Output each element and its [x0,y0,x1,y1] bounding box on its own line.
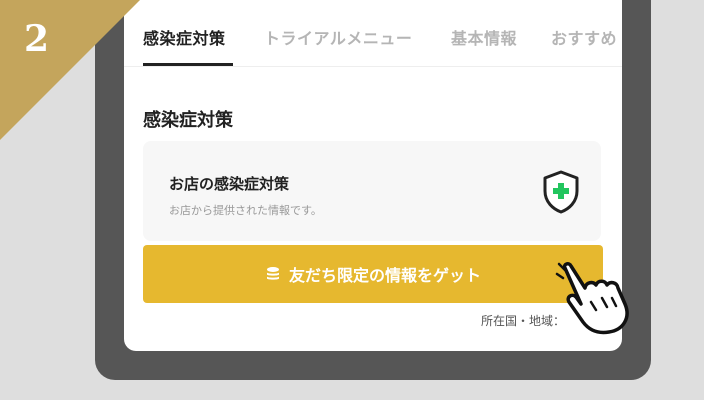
coin-stack-icon [266,267,279,280]
step-number: 2 [24,18,50,60]
tab-bar: 感染症対策 トライアルメニュー 基本情報 おすすめ [124,0,622,67]
active-tab-indicator [143,63,233,66]
cta-label: 友だち限定の情報をゲット [288,266,481,285]
step-badge-corner [0,0,140,140]
get-friend-info-button[interactable]: 友だち限定の情報をゲット [143,245,603,303]
tab-basic-info[interactable]: 基本情報 [451,25,517,49]
infection-control-card[interactable]: お店の感染症対策 お店から提供された情報です。 [143,141,601,241]
shield-plus-icon [543,170,579,214]
tab-trial-menu[interactable]: トライアルメニュー [264,25,412,49]
pointing-hand-icon [555,262,629,335]
card-subtitle: お店から提供された情報です。 [169,204,322,217]
tab-recommended[interactable]: おすすめ [551,25,617,49]
card-title: お店の感染症対策 [169,175,290,193]
phone-screen: 感染症対策 トライアルメニュー 基本情報 おすすめ 感染症対策 お店の感染症対策… [124,0,622,351]
section-title: 感染症対策 [143,110,233,131]
tab-infection-control[interactable]: 感染症対策 [143,25,226,49]
country-region-label: 所在国・地域： [481,314,566,328]
